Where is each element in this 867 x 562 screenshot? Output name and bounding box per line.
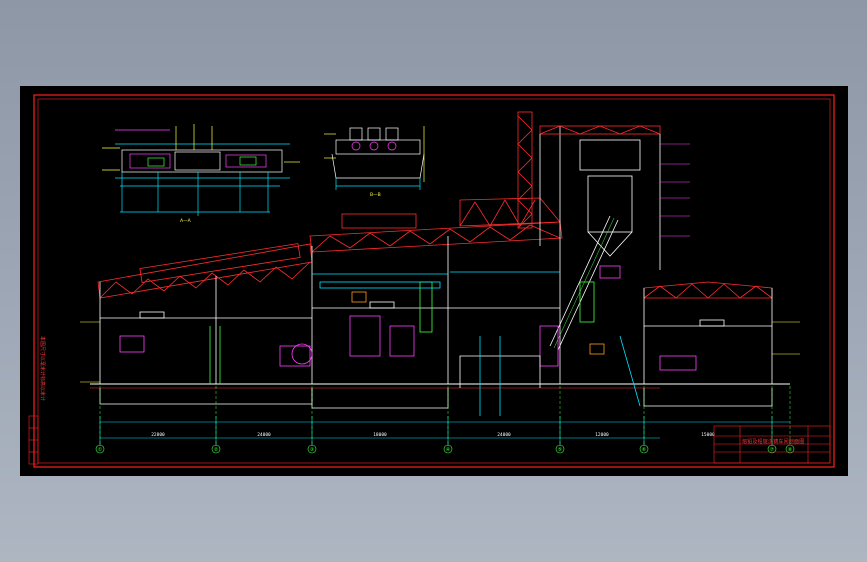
- bay-dimension: 15000: [701, 432, 715, 438]
- bay-dimension-texts: 22800 24000 18000 24000 12000 15000: [151, 432, 715, 438]
- section-drawing: 本图尺寸以毫米计标高以米计 A—A B—B 22800 24000 18000 …: [28, 94, 835, 468]
- left-vertical-note: 本图尺寸以毫米计标高以米计: [39, 336, 46, 401]
- axis-label: ④: [446, 447, 451, 453]
- detail-left-label: A—A: [180, 218, 192, 224]
- sheet-frame: [33, 94, 835, 468]
- detail-plan-left: A—A: [102, 124, 300, 224]
- axis-label: ③: [310, 447, 314, 453]
- bay-dimension: 12000: [595, 432, 609, 438]
- dimension-lines: [99, 416, 790, 446]
- cad-viewport[interactable]: 本图尺寸以毫米计标高以米计 A—A B—B 22800 24000 18000 …: [20, 86, 848, 476]
- detail-middle-label: B—B: [370, 192, 381, 198]
- bay-dimension: 24000: [497, 432, 511, 438]
- building-section: [90, 111, 790, 416]
- title-block-drawing-title: 熔铅及铅锭浇铸车间剖面图: [742, 439, 805, 445]
- axis-label: ①: [98, 447, 103, 453]
- bay-dimension: 22800: [151, 432, 165, 438]
- detail-plan-middle: B—B: [324, 126, 425, 198]
- axis-label: ②: [214, 447, 219, 453]
- column-axis-bubbles: ①②③④⑤⑥⑦⑧: [95, 386, 795, 454]
- elevation-markers: [80, 143, 800, 383]
- axis-label: ⑥: [642, 447, 647, 453]
- bay-dimension: 18000: [373, 432, 387, 438]
- axis-label: ⑤: [558, 447, 562, 453]
- bay-dimension: 24000: [257, 432, 271, 438]
